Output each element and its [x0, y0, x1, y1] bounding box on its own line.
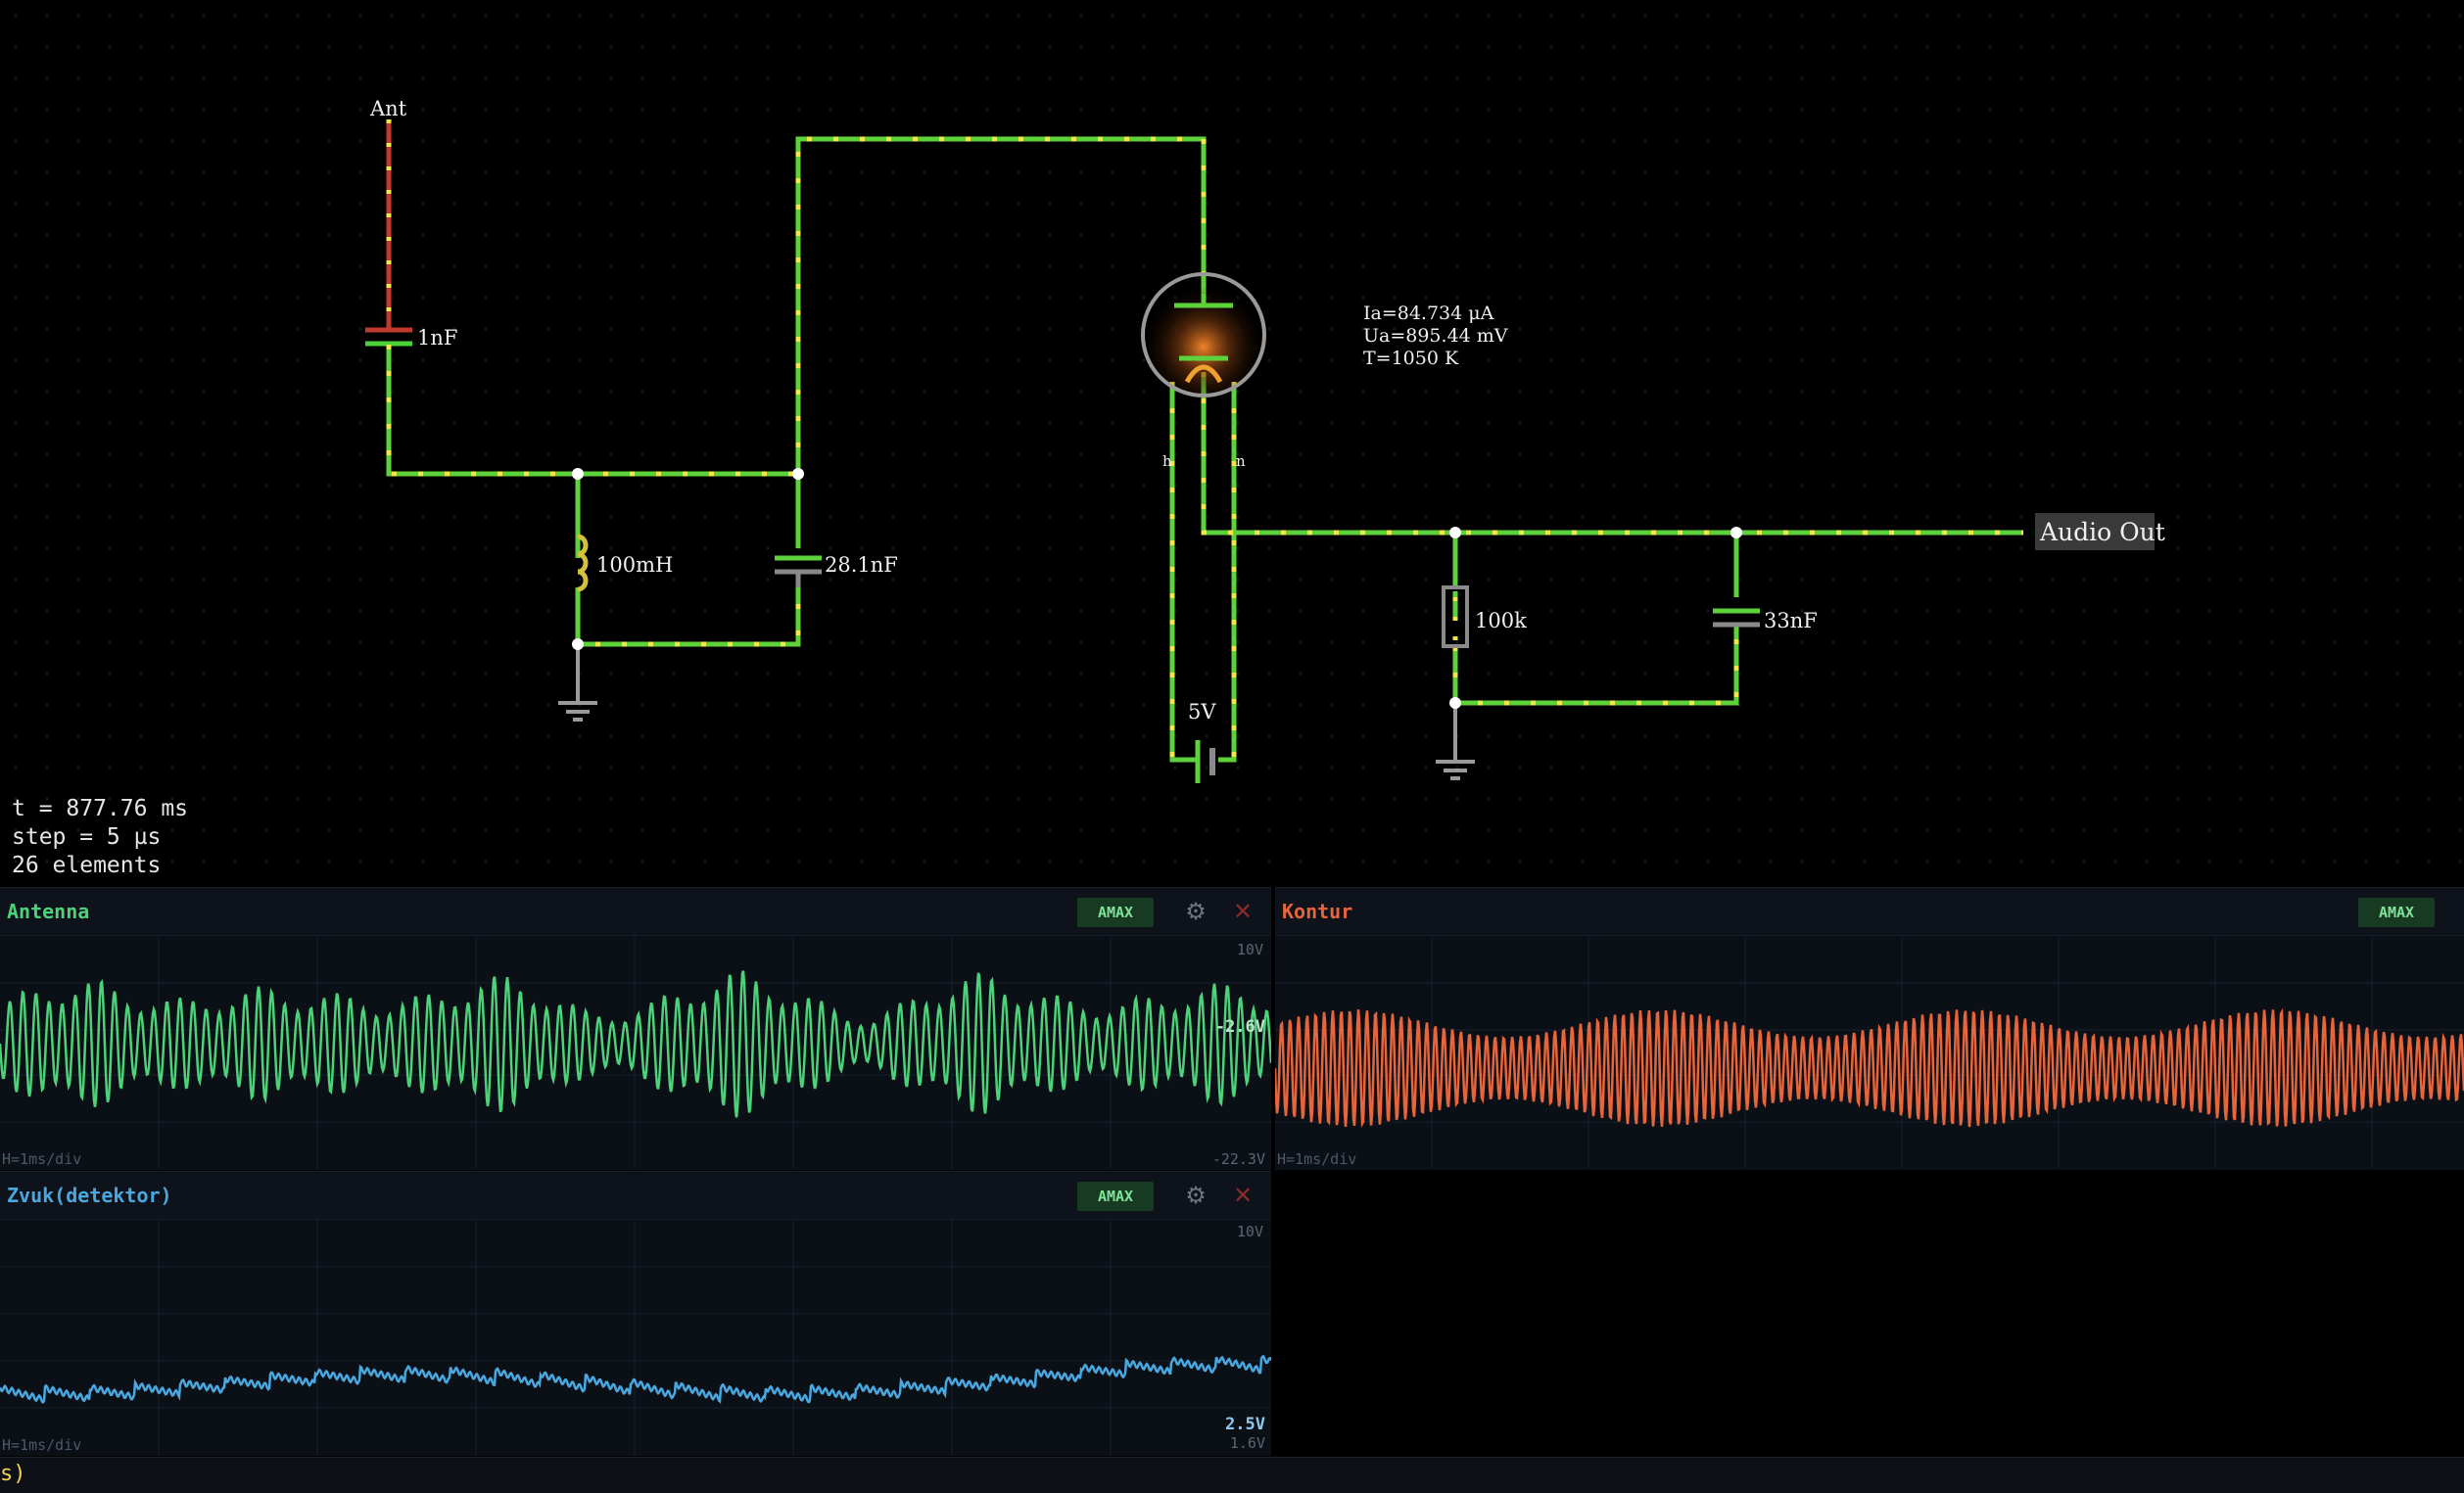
- close-icon[interactable]: ✕: [1228, 897, 1257, 926]
- capacitor-28nf[interactable]: [775, 555, 822, 587]
- circuit-canvas[interactable]: Ant 1nF 100mH 28.1nF Ia=84.734 μA Ua=895…: [0, 0, 2464, 887]
- tube-pin-right: n: [1236, 452, 1246, 470]
- scope-title: Kontur: [1282, 900, 1353, 923]
- capacitor-33nf[interactable]: [1713, 608, 1760, 628]
- scope-antenna[interactable]: Antenna AMAX ⚙ ✕ 10V -2.6V -22.3V H=1ms/…: [0, 887, 1271, 1170]
- scope-plot[interactable]: [0, 936, 1271, 1169]
- scope-time-scale: H=1ms/div: [2, 1150, 82, 1168]
- tube-readout-t: T=1050 K: [1363, 348, 1459, 369]
- inductor-label: 100mH: [596, 553, 673, 577]
- tube-readout-ua: Ua=895.44 mV: [1363, 325, 1508, 347]
- scope-plot[interactable]: [0, 1220, 1271, 1455]
- junctions: [572, 468, 1742, 709]
- scope-current-value: 2.5V: [1225, 1415, 1265, 1434]
- scope-time-scale: H=1ms/div: [2, 1436, 82, 1454]
- ground-left[interactable]: [558, 644, 597, 722]
- gear-icon[interactable]: ⚙: [1181, 897, 1210, 926]
- cap-1nf-label: 1nF: [417, 326, 457, 350]
- scope-max-value: 10V: [1236, 941, 1263, 958]
- element-count: 26 elements: [12, 853, 162, 878]
- resistor-100k[interactable]: [1442, 585, 1469, 648]
- antenna-label: Ant: [369, 97, 407, 120]
- battery-label: 5V: [1188, 700, 1216, 723]
- wires[interactable]: [386, 136, 2023, 763]
- time-readout: t = 877.76 ms: [12, 796, 189, 821]
- scope-zvuk[interactable]: Zvuk(detektor) AMAX ⚙ ✕ 10V 2.5V 1.6V H=…: [0, 1171, 1271, 1456]
- tube-readout-ia: Ia=84.734 μA: [1363, 303, 1494, 324]
- scope-title: Zvuk(detektor): [7, 1184, 172, 1207]
- simulation-status: t = 877.76 ms step = 5 µs 26 elements: [12, 795, 188, 880]
- scope-header: Zvuk(detektor) AMAX ⚙ ✕: [0, 1172, 1271, 1220]
- scope-min-value: -22.3V: [1211, 1150, 1265, 1168]
- battery-5v[interactable]: [1195, 740, 1215, 783]
- cap-33nf-label: 33nF: [1764, 609, 1818, 632]
- close-icon[interactable]: ✕: [1228, 1181, 1257, 1210]
- scope-min-value: 1.6V: [1229, 1434, 1265, 1452]
- empty-scope-area: [1275, 1171, 2464, 1455]
- antenna-waveform: [0, 970, 1271, 1118]
- amax-button[interactable]: AMAX: [1077, 1182, 1154, 1211]
- bottom-bar: s): [0, 1457, 2464, 1493]
- zvuk-waveform: [0, 1354, 1271, 1405]
- scope-time-scale: H=1ms/div: [1277, 1150, 1357, 1168]
- scope-plot[interactable]: [1275, 936, 2464, 1169]
- scope-header: Antenna AMAX ⚙ ✕: [0, 888, 1271, 936]
- vacuum-tube[interactable]: [1141, 272, 1266, 397]
- step-readout: step = 5 µs: [12, 824, 162, 850]
- bottom-bar-text: s): [0, 1462, 26, 1486]
- cap-28nf-label: 28.1nF: [825, 553, 898, 577]
- scope-current-value: -2.6V: [1214, 1017, 1265, 1037]
- kontur-waveform: [1275, 1007, 2464, 1128]
- scope-kontur[interactable]: Kontur AMAX H=1ms/div: [1275, 887, 2464, 1170]
- amax-button[interactable]: AMAX: [1077, 898, 1154, 927]
- scope-title: Antenna: [7, 900, 90, 923]
- tube-pin-left: h: [1162, 452, 1172, 470]
- resistor-label: 100k: [1475, 609, 1527, 632]
- gear-icon[interactable]: ⚙: [1181, 1181, 1210, 1210]
- circuit-schematic[interactable]: Ant 1nF 100mH 28.1nF Ia=84.734 μA Ua=895…: [0, 0, 2464, 887]
- inductor-100mh[interactable]: [575, 529, 589, 592]
- amax-button[interactable]: AMAX: [2358, 898, 2435, 927]
- scope-max-value: 10V: [1236, 1223, 1263, 1240]
- capacitor-1nf[interactable]: [365, 327, 412, 347]
- ground-right[interactable]: [1436, 703, 1475, 780]
- audio-out-label[interactable]: Audio Out: [2039, 518, 2165, 546]
- scope-header: Kontur AMAX: [1275, 888, 2464, 936]
